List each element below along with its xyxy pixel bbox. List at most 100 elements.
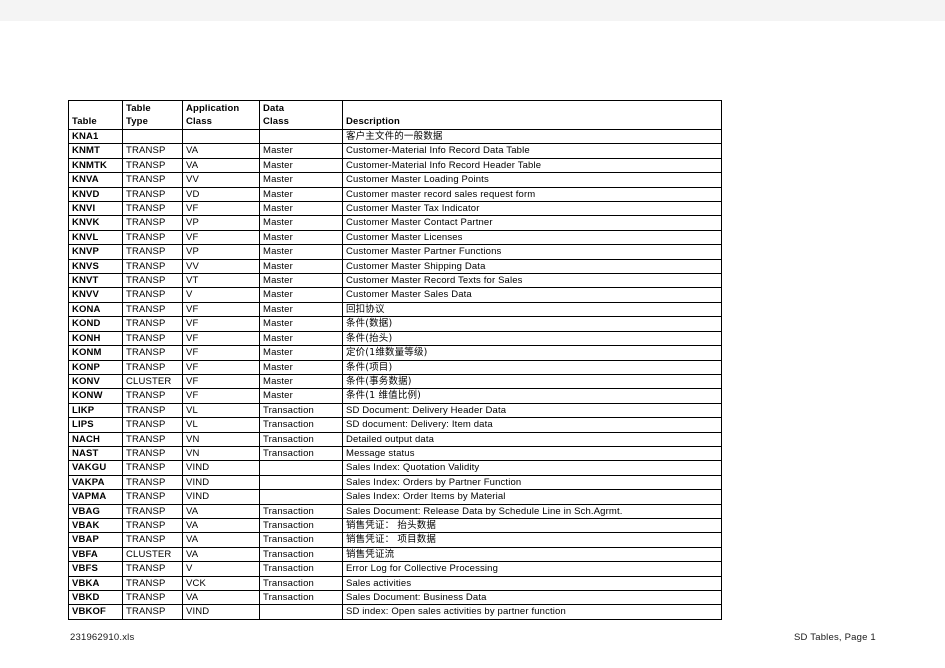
cell-data-class: Master [259, 258, 343, 275]
cell-table-type: TRANSP [122, 575, 183, 592]
table-row: VAPMA TRANSP VIND Sales Index: Order Items … [68, 489, 722, 505]
cell-description: Customer Master Record Texts for Sales [342, 273, 722, 289]
cell-application-class: VCK [182, 575, 260, 592]
cell-application-class [182, 128, 260, 145]
cell-application-class: VA [182, 589, 260, 606]
cell-description: Customer-Material Info Record Header Tab… [342, 157, 722, 174]
table-row: KNMTK TRANSP VA Master Customer-Material Inf… [68, 157, 722, 174]
table-row: VBKOF TRANSP VIND SD index: Open sales acti… [68, 604, 722, 620]
cell-data-class: Transaction [259, 517, 343, 534]
column-header-application-class: Application Class [182, 100, 260, 130]
cell-data-class [259, 474, 343, 491]
cell-table-type: TRANSP [122, 316, 183, 332]
cell-description: Customer-Material Info Record Data Table [342, 143, 722, 159]
cell-table-type: TRANSP [122, 359, 183, 375]
column-header-table: Table [68, 100, 123, 130]
cell-data-class: Transaction [259, 561, 343, 577]
cell-table-type: TRANSP [122, 489, 183, 505]
cell-data-class: Master [259, 287, 343, 303]
cell-application-class: VP [182, 244, 260, 260]
cell-description: Customer Master Sales Data [342, 287, 722, 303]
cell-application-class: VF [182, 359, 260, 375]
cell-description: SD index: Open sales activities by partn… [342, 604, 722, 620]
cell-table-type: CLUSTER [122, 373, 183, 390]
table-row: KONM TRANSP VF Master 定价(1维数量等级) [68, 345, 722, 361]
cell-table-name: KONV [68, 373, 123, 390]
cell-data-class: Transaction [259, 445, 343, 462]
cell-table-name: KNVI [68, 201, 123, 217]
cell-application-class: VF [182, 316, 260, 332]
cell-data-class: Master [259, 157, 343, 174]
table-row: KNVL TRANSP VF Master Customer Master Licens… [68, 229, 722, 246]
cell-application-class: VN [182, 445, 260, 462]
cell-data-class: Transaction [259, 575, 343, 592]
cell-application-class: VT [182, 273, 260, 289]
cell-table-type: TRANSP [122, 258, 183, 275]
cell-table-name: KONM [68, 345, 123, 361]
cell-table-type: TRANSP [122, 215, 183, 231]
cell-table-type: TRANSP [122, 589, 183, 606]
cell-table-type: TRANSP [122, 143, 183, 159]
cell-table-name: KONW [68, 388, 123, 404]
cell-table-type: TRANSP [122, 532, 183, 548]
cell-table-type: TRANSP [122, 273, 183, 289]
table-row: KNVD TRANSP VD Master Customer master record… [68, 186, 722, 203]
cell-table-type: TRANSP [122, 330, 183, 347]
cell-description: 客户主文件的一般数据 [342, 128, 722, 145]
cell-data-class: Master [259, 244, 343, 260]
cell-application-class: VF [182, 301, 260, 318]
cell-table-type: TRANSP [122, 503, 183, 519]
cell-data-class: Master [259, 345, 343, 361]
cell-table-name: KONA [68, 301, 123, 318]
cell-application-class: V [182, 561, 260, 577]
cell-application-class: VA [182, 532, 260, 548]
cell-table-type: TRANSP [122, 287, 183, 303]
cell-data-class [259, 460, 343, 476]
cell-application-class: VF [182, 345, 260, 361]
cell-application-class: VF [182, 373, 260, 390]
cell-description: Sales Index: Order Items by Material [342, 489, 722, 505]
cell-description: 条件(1 维值比例) [342, 388, 722, 404]
cell-data-class: Master [259, 229, 343, 246]
cell-table-type: TRANSP [122, 402, 183, 419]
document-page: Table Table Type Application Class Data … [0, 21, 945, 668]
cell-table-type: TRANSP [122, 201, 183, 217]
cell-description: Sales Index: Orders by Partner Function [342, 474, 722, 491]
table-row: VBKD TRANSP VA Transaction Sales Document: B… [68, 589, 722, 606]
cell-application-class: VF [182, 201, 260, 217]
cell-table-name: VBAG [68, 503, 123, 519]
cell-table-type: TRANSP [122, 604, 183, 620]
cell-table-name: KONH [68, 330, 123, 347]
cell-application-class: VF [182, 330, 260, 347]
cell-table-name: LIKP [68, 402, 123, 419]
cell-application-class: V [182, 287, 260, 303]
cell-table-name: VAKGU [68, 460, 123, 476]
column-header-description: Description [342, 100, 722, 130]
cell-description: SD document: Delivery: Item data [342, 417, 722, 433]
cell-data-class: Transaction [259, 546, 343, 563]
cell-application-class: VF [182, 229, 260, 246]
cell-description: Customer Master Licenses [342, 229, 722, 246]
cell-table-name: VBKA [68, 575, 123, 592]
cell-description: Customer Master Partner Functions [342, 244, 722, 260]
cell-table-type: TRANSP [122, 474, 183, 491]
table-header-row: Table Table Type Application Class Data … [68, 100, 722, 130]
cell-data-class: Transaction [259, 503, 343, 519]
cell-table-type: TRANSP [122, 517, 183, 534]
table-row: KONH TRANSP VF Master 条件(抬头) [68, 330, 722, 347]
cell-description: SD Document: Delivery Header Data [342, 402, 722, 419]
cell-data-class: Transaction [259, 431, 343, 447]
cell-data-class: Master [259, 201, 343, 217]
cell-description: Detailed output data [342, 431, 722, 447]
cell-application-class: VL [182, 417, 260, 433]
footer-page-label: SD Tables, Page 1 [794, 632, 876, 643]
cell-application-class: VIND [182, 489, 260, 505]
cell-table-type: TRANSP [122, 229, 183, 246]
cell-table-name: KNVL [68, 229, 123, 246]
cell-application-class: VD [182, 186, 260, 203]
cell-table-name: KNMTK [68, 157, 123, 174]
cell-data-class: Transaction [259, 417, 343, 433]
cell-table-name: KNVD [68, 186, 123, 203]
cell-description: 销售凭证： 抬头数据 [342, 517, 722, 534]
cell-table-type: TRANSP [122, 445, 183, 462]
